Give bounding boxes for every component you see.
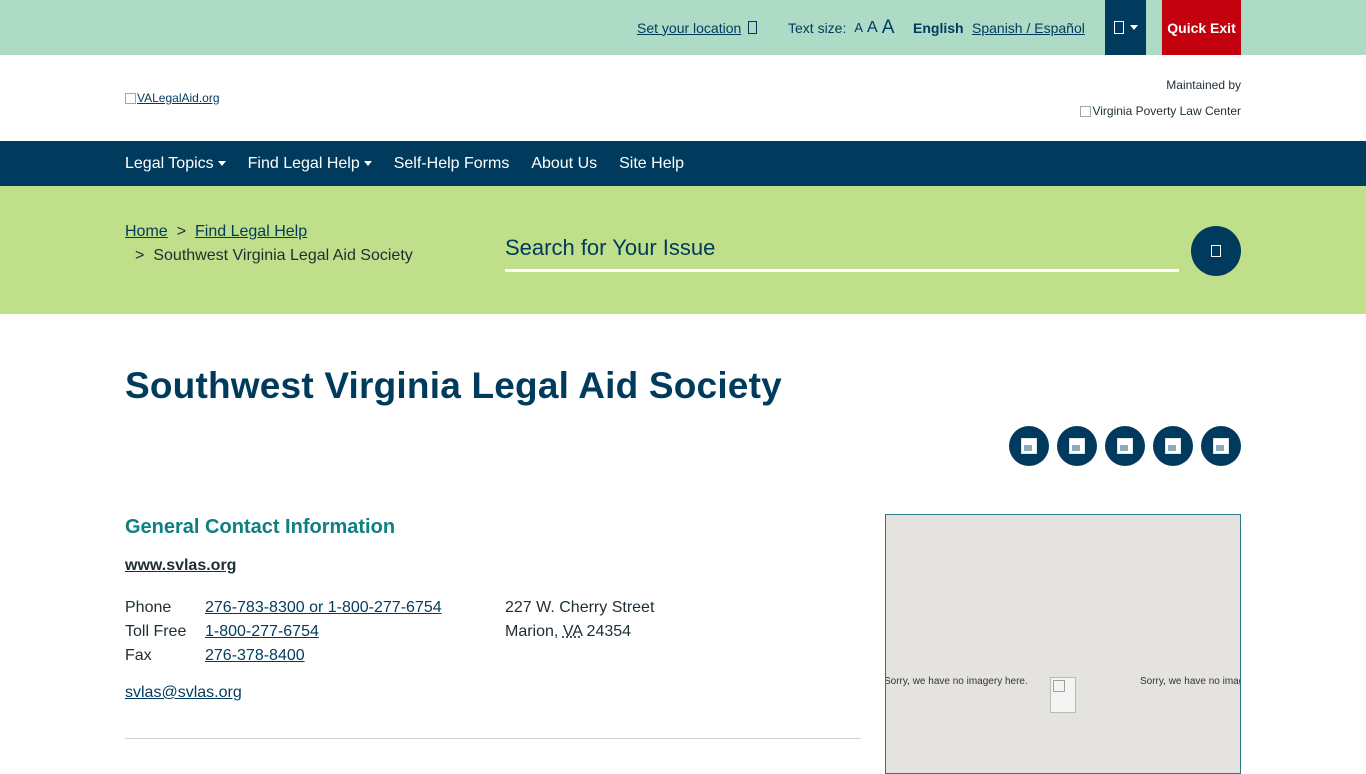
fax-row: Fax 276-378-8400 — [125, 644, 442, 668]
phone-label: Phone — [125, 599, 172, 616]
account-menu-button[interactable] — [1105, 0, 1146, 55]
search-icon — [1211, 245, 1221, 257]
tollfree-link[interactable]: 1-800-277-6754 — [205, 620, 319, 644]
fax-link[interactable]: 276-378-8400 — [205, 644, 305, 668]
share-icon — [1165, 438, 1181, 454]
set-location-link[interactable]: Set your location — [637, 20, 741, 36]
address-line1: 227 W. Cherry Street — [505, 599, 655, 616]
address-state: VA — [562, 623, 583, 640]
section-divider — [125, 738, 861, 739]
share-button-5[interactable] — [1201, 426, 1241, 466]
share-button-2[interactable] — [1057, 426, 1097, 466]
text-size-large-button[interactable]: A — [882, 17, 895, 39]
website-link[interactable]: www.svlas.org — [125, 557, 236, 575]
breadcrumb-separator: > — [135, 247, 145, 264]
nav-legal-topics[interactable]: Legal Topics — [125, 155, 226, 173]
address: 227 W. Cherry Street Marion, VA 24354 — [505, 596, 654, 644]
share-icon — [1021, 438, 1037, 454]
text-size-label: Text size: — [788, 19, 847, 36]
address-line2: Marion, VA 24354 — [505, 620, 654, 644]
location-map[interactable]: Sorry, we have no imagery here. Sorry, w… — [885, 514, 1241, 774]
search-input[interactable] — [505, 226, 1179, 269]
share-icon — [1117, 438, 1133, 454]
breadcrumb-home[interactable]: Home — [125, 223, 168, 240]
nav-find-legal-help[interactable]: Find Legal Help — [248, 155, 372, 173]
share-buttons — [1009, 426, 1241, 466]
map-no-imagery-text: Sorry, we have no imagery here. — [885, 676, 1028, 687]
lang-spanish[interactable]: Spanish / Español — [972, 0, 1085, 55]
tollfree-label: Toll Free — [125, 623, 187, 640]
partner-logo-alt: Virginia Poverty Law Center — [1092, 104, 1241, 118]
page-title: Southwest Virginia Legal Aid Society — [125, 365, 782, 406]
user-icon — [1113, 21, 1124, 34]
nav-about-us[interactable]: About Us — [531, 155, 597, 173]
map-no-imagery-text: Sorry, we have no imagery here. — [1140, 676, 1240, 687]
breadcrumb-find-legal-help[interactable]: Find Legal Help — [195, 223, 307, 240]
breadcrumb: Home > Find Legal Help > Southwest Virginia… — [125, 220, 425, 268]
phone-list: Phone 276-783-8300 or 1-800-277-6754 Tol… — [125, 596, 442, 668]
maintained-by-label: Maintained by — [1166, 78, 1241, 92]
lang-spanish-link[interactable]: Spanish / Español — [972, 20, 1085, 36]
share-button-4[interactable] — [1153, 426, 1193, 466]
fax-label: Fax — [125, 647, 152, 664]
breadcrumb-separator: > — [176, 223, 187, 240]
chevron-down-icon — [1129, 25, 1138, 30]
share-icon — [1213, 438, 1229, 454]
contact-heading: General Contact Information — [125, 516, 396, 538]
share-button-3[interactable] — [1105, 426, 1145, 466]
map-marker-icon[interactable] — [1050, 677, 1076, 713]
search-field-wrap — [505, 226, 1179, 272]
address-zip: 24354 — [586, 623, 632, 640]
broken-image-icon — [1080, 105, 1092, 117]
partner-logo[interactable]: Virginia Poverty Law Center — [1080, 104, 1241, 118]
breadcrumb-current: Southwest Virginia Legal Aid Society — [153, 247, 413, 264]
quick-exit-button[interactable]: Quick Exit — [1162, 0, 1241, 55]
search-button[interactable] — [1191, 226, 1241, 276]
address-city: Marion, — [505, 623, 559, 640]
share-button-1[interactable] — [1009, 426, 1049, 466]
main-nav: Legal Topics Find Legal Help Self-Help F… — [0, 141, 1366, 186]
site-logo-alt: VALegalAid.org — [137, 91, 220, 105]
set-location[interactable]: Set your location — [637, 0, 758, 55]
search-band: Home > Find Legal Help > Southwest Virginia… — [0, 186, 1366, 314]
lang-english[interactable]: English — [913, 0, 964, 55]
phone-link[interactable]: 276-783-8300 or 1-800-277-6754 — [205, 596, 442, 620]
tollfree-row: Toll Free 1-800-277-6754 — [125, 620, 442, 644]
nav-self-help-forms[interactable]: Self-Help Forms — [394, 155, 510, 173]
site-logo[interactable]: VALegalAid.org — [125, 91, 220, 105]
nav-site-help[interactable]: Site Help — [619, 155, 684, 173]
text-size-control: Text size: A A A — [788, 0, 894, 55]
phone-row: Phone 276-783-8300 or 1-800-277-6754 — [125, 596, 442, 620]
utility-bar: Set your location Text size: A A A Engli… — [0, 0, 1366, 55]
email-link[interactable]: svlas@svlas.org — [125, 684, 242, 702]
broken-image-icon — [125, 92, 136, 104]
text-size-small-button[interactable]: A — [854, 20, 863, 35]
location-icon — [748, 21, 758, 34]
share-icon — [1069, 438, 1085, 454]
text-size-medium-button[interactable]: A — [867, 19, 878, 37]
